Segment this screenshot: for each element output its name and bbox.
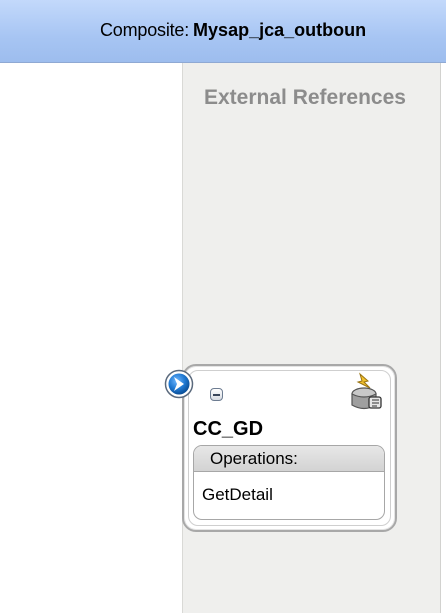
collapse-icon[interactable]: [210, 388, 223, 401]
canvas-area[interactable]: [0, 63, 182, 613]
composite-header: Composite: Mysap_jca_outboun: [0, 0, 446, 63]
operations-header: Operations:: [194, 446, 384, 472]
operations-panel: Operations: GetDetail: [193, 445, 385, 520]
composite-title: Composite: Mysap_jca_outboun: [100, 20, 366, 41]
operation-item[interactable]: GetDetail: [202, 485, 273, 505]
reference-name: CC_GD: [193, 418, 264, 440]
composite-name: Mysap_jca_outboun: [193, 20, 367, 40]
composite-label: Composite:: [100, 20, 190, 40]
canvas-edge: [440, 63, 446, 613]
external-references-title: External References: [204, 86, 406, 109]
adapter-icon[interactable]: [346, 372, 386, 412]
service-port-icon[interactable]: [164, 369, 194, 399]
composite-editor: Composite: Mysap_jca_outboun External Ref…: [0, 0, 446, 613]
